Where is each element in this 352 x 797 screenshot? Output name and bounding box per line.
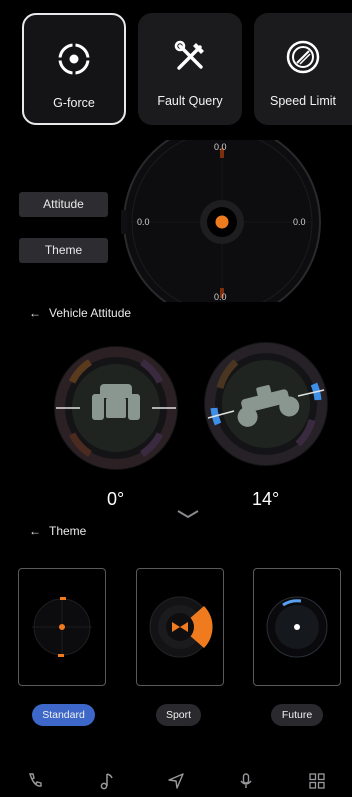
- mode-label: G-force: [53, 96, 95, 110]
- attitude-button[interactable]: Attitude: [19, 192, 108, 217]
- mode-label: Fault Query: [157, 94, 223, 108]
- g-force-right-value: 0.0: [293, 217, 306, 227]
- theme-header[interactable]: ← Theme: [29, 524, 86, 538]
- target-icon: [57, 42, 91, 76]
- mode-label: Speed Limit: [269, 94, 336, 108]
- standard-theme-preview: [32, 597, 92, 657]
- music-button[interactable]: [91, 768, 121, 794]
- roll-value: 0°: [107, 489, 125, 509]
- phone-button[interactable]: [20, 768, 50, 794]
- microphone-button[interactable]: [231, 768, 261, 794]
- theme-card-standard[interactable]: [18, 568, 106, 686]
- back-arrow-icon: ←: [29, 524, 41, 538]
- theme-option-standard[interactable]: Standard: [32, 704, 95, 726]
- theme-button[interactable]: Theme: [19, 238, 108, 263]
- theme-card-future[interactable]: [253, 568, 341, 686]
- chevron-down-icon[interactable]: [176, 508, 200, 520]
- g-force-left-value: 0.0: [137, 217, 150, 227]
- theme-option-sport[interactable]: Sport: [156, 704, 201, 726]
- vehicle-attitude-header[interactable]: ← Vehicle Attitude: [29, 306, 131, 320]
- future-theme-preview: [266, 596, 328, 658]
- navigation-button[interactable]: [161, 768, 191, 794]
- pitch-value: 14°: [252, 489, 280, 509]
- theme-card-sport[interactable]: [136, 568, 224, 686]
- back-arrow-icon: ←: [29, 306, 41, 320]
- apps-button[interactable]: [302, 768, 332, 794]
- phone-icon: [29, 772, 42, 787]
- roll-gauge: [54, 346, 178, 470]
- navigation-icon: [168, 772, 184, 789]
- g-force-indicator-dot: [215, 215, 229, 229]
- g-force-bottom-value: 0.0: [214, 292, 227, 302]
- music-icon: [100, 772, 113, 789]
- microphone-icon: [240, 772, 252, 788]
- mode-tile-fault-query[interactable]: Fault Query: [138, 13, 242, 125]
- sport-theme-preview: [149, 596, 213, 658]
- theme-option-future[interactable]: Future: [271, 704, 323, 726]
- mode-tile-g-force[interactable]: G-force: [22, 13, 126, 125]
- apps-grid-icon: [309, 772, 325, 789]
- mode-tile-speed-limit[interactable]: Speed Limit: [254, 13, 352, 125]
- pitch-gauge: [204, 342, 328, 466]
- g-force-top-value: 0.0: [214, 142, 227, 152]
- vehicle-attitude-title: Vehicle Attitude: [49, 306, 132, 320]
- tools-icon: [174, 40, 204, 70]
- speed-limit-icon: [286, 40, 320, 74]
- theme-title: Theme: [49, 524, 87, 538]
- bottom-nav-bar: [0, 764, 352, 797]
